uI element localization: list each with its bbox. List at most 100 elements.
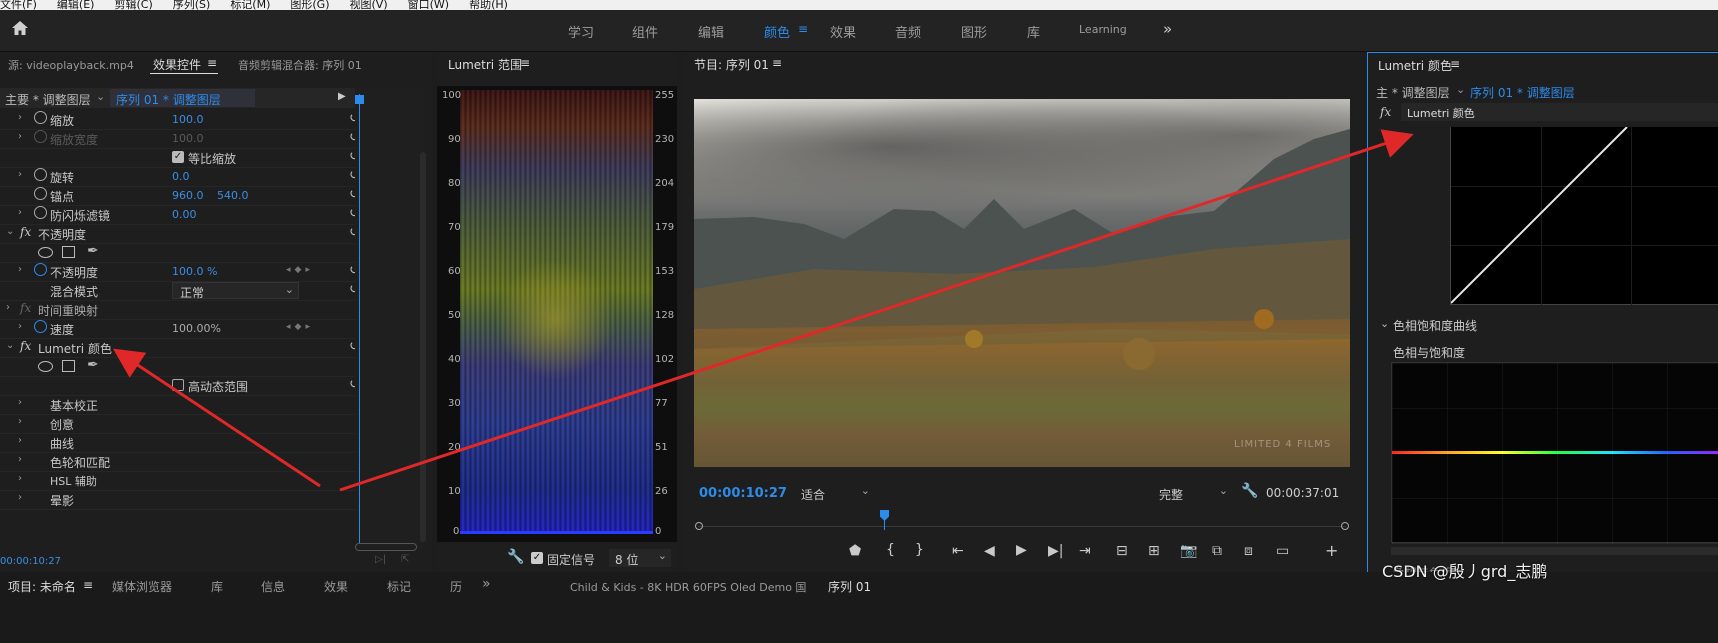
timeline-zoom-bar[interactable]: [355, 543, 417, 551]
collapse-chevron-icon[interactable]: ⌄: [1380, 317, 1389, 330]
export-frame-icon[interactable]: 📷: [1180, 543, 1197, 559]
rgb-curve-graph[interactable]: [1450, 127, 1718, 305]
menu-help[interactable]: 帮助(H): [469, 0, 508, 10]
more-tabs-icon[interactable]: »: [482, 576, 491, 592]
hue-vs-sat-graph[interactable]: [1391, 362, 1718, 544]
vr-video-icon[interactable]: ▭: [1276, 543, 1289, 559]
workspace-libraries[interactable]: 库: [1027, 22, 1040, 41]
mark-out-icon[interactable]: }: [915, 542, 924, 558]
keyframe-nav-icon[interactable]: ◂◆▸: [286, 265, 314, 275]
hdr-checkbox[interactable]: [172, 379, 184, 391]
tab-effect-controls[interactable]: 效果控件: [153, 56, 201, 73]
menu-graphics[interactable]: 图形(G): [290, 0, 329, 10]
workspace-editing[interactable]: 编辑: [698, 22, 724, 41]
rectangle-mask-icon[interactable]: [62, 246, 75, 258]
creative-row[interactable]: › 创意: [0, 414, 400, 434]
workspace-learn[interactable]: 学习: [568, 22, 594, 41]
scrub-start-handle[interactable]: [695, 522, 703, 530]
menu-view[interactable]: 视图(V): [350, 0, 388, 10]
panel-menu-icon[interactable]: ≡: [1450, 57, 1460, 71]
panel-menu-icon[interactable]: ≡: [83, 578, 93, 592]
hsl-secondary-row[interactable]: › HSL 辅助: [0, 471, 400, 491]
expand-chevron-icon[interactable]: ›: [18, 473, 22, 484]
speed-value[interactable]: 100.00%: [172, 322, 221, 335]
expand-chevron-icon[interactable]: ›: [18, 435, 22, 446]
play-only-icon[interactable]: ▶: [338, 91, 346, 102]
scrub-bar[interactable]: [698, 526, 1346, 527]
expand-chevron-icon[interactable]: ›: [18, 207, 22, 218]
anchor-y-value[interactable]: 540.0: [217, 189, 249, 202]
keyframe-nav-icon[interactable]: ◂◆▸: [286, 322, 314, 332]
pen-mask-icon[interactable]: ✒: [87, 243, 99, 259]
keyframe-timeline[interactable]: [355, 88, 423, 548]
fx-icon[interactable]: fx: [1380, 105, 1391, 119]
lumetri-clip-label[interactable]: 序列 01 * 调整图层: [1470, 84, 1575, 101]
filter-icon[interactable]: ▷|: [375, 554, 386, 565]
curves-row[interactable]: › 曲线: [0, 433, 400, 453]
expand-chevron-icon[interactable]: ›: [18, 492, 22, 503]
collapse-chevron-icon[interactable]: ⌄: [6, 340, 14, 351]
stopwatch-icon[interactable]: [34, 187, 47, 200]
tab-effects[interactable]: 效果: [324, 578, 348, 595]
tab-sequence-child-kids[interactable]: Child & Kids - 8K HDR 60FPS Oled Demo 国: [570, 579, 806, 595]
comparison-view-icon[interactable]: ⧉: [1212, 543, 1222, 559]
workspace-color[interactable]: 颜色: [764, 22, 790, 41]
vignette-row[interactable]: › 晕影: [0, 490, 400, 510]
tab-audio-clip-mixer[interactable]: 音频剪辑混合器: 序列 01: [238, 57, 362, 73]
toggle-proxies-icon[interactable]: ⧈: [1244, 543, 1253, 559]
tab-info[interactable]: 信息: [261, 578, 285, 595]
go-to-in-icon[interactable]: ⇤: [952, 543, 964, 559]
scopes-title[interactable]: Lumetri 范围: [448, 56, 522, 73]
collapse-chevron-icon[interactable]: ⌄: [6, 226, 14, 237]
effect-select[interactable]: Lumetri 颜色: [1401, 103, 1718, 121]
stopwatch-icon[interactable]: [34, 111, 47, 124]
stopwatch-icon[interactable]: [34, 320, 47, 333]
tab-libraries[interactable]: 库: [211, 578, 223, 595]
wrench-icon[interactable]: 🔧: [507, 549, 524, 565]
opacity-value[interactable]: 100.0 %: [172, 265, 217, 278]
uniform-scale-checkbox[interactable]: ✓: [172, 151, 184, 163]
workspace-graphics[interactable]: 图形: [961, 22, 987, 41]
rectangle-mask-icon[interactable]: [62, 360, 75, 372]
go-to-out-icon[interactable]: ⇥: [1079, 543, 1091, 559]
tab-markers[interactable]: 标记: [387, 578, 411, 595]
tab-history[interactable]: 历: [450, 578, 462, 595]
mark-in-icon[interactable]: {: [886, 542, 895, 558]
quality-select[interactable]: 完整 ⌄: [1154, 484, 1230, 502]
tab-sequence-01[interactable]: 序列 01: [828, 578, 871, 595]
fx-icon[interactable]: fx: [20, 339, 31, 353]
program-monitor-title[interactable]: 节目: 序列 01: [694, 56, 769, 73]
panel-menu-icon[interactable]: ≡: [520, 56, 530, 70]
lumetri-color-title[interactable]: Lumetri 颜色: [1378, 57, 1452, 74]
tab-project[interactable]: 项目: 未命名: [8, 578, 76, 595]
button-editor-icon[interactable]: +: [1325, 541, 1338, 560]
expand-chevron-icon[interactable]: ›: [18, 112, 22, 123]
vertical-scrollbar[interactable]: [420, 152, 426, 542]
expand-chevron-icon[interactable]: ›: [18, 131, 22, 142]
menu-clip[interactable]: 剪辑(C): [114, 0, 152, 10]
expand-chevron-icon[interactable]: ›: [18, 264, 22, 275]
panel-menu-icon[interactable]: ≡: [207, 56, 217, 70]
current-timecode[interactable]: 00:00:10:27: [699, 486, 787, 501]
settings-wrench-icon[interactable]: 🔧: [1241, 483, 1258, 499]
more-workspaces-icon[interactable]: »: [1163, 20, 1172, 38]
workspace-assembly[interactable]: 组件: [632, 22, 658, 41]
home-icon[interactable]: [11, 20, 29, 36]
clamp-signal-checkbox[interactable]: ✓: [531, 552, 543, 564]
expand-chevron-icon[interactable]: ›: [18, 416, 22, 427]
expand-chevron-icon[interactable]: ›: [18, 454, 22, 465]
play-icon[interactable]: ▶: [1016, 542, 1027, 558]
menu-file[interactable]: 文件(F): [0, 0, 37, 10]
tab-source[interactable]: 源: videoplayback.mp4: [8, 57, 134, 73]
ellipse-mask-icon[interactable]: [38, 247, 53, 258]
menu-marker[interactable]: 标记(M): [230, 0, 270, 10]
sequence-clip-label[interactable]: 序列 01 * 调整图层: [116, 91, 221, 108]
scale-value[interactable]: 100.0: [172, 113, 204, 126]
effect-controls-timecode[interactable]: 00:00:10:27: [0, 556, 61, 567]
add-marker-icon[interactable]: ⬟: [849, 543, 861, 559]
chevron-down-icon[interactable]: ⌄: [1456, 83, 1465, 96]
tab-media-browser[interactable]: 媒体浏览器: [112, 578, 172, 595]
fx-icon[interactable]: fx: [20, 225, 31, 239]
zoom-select[interactable]: 适合 ⌄: [796, 484, 872, 502]
scrub-end-handle[interactable]: [1341, 522, 1349, 530]
